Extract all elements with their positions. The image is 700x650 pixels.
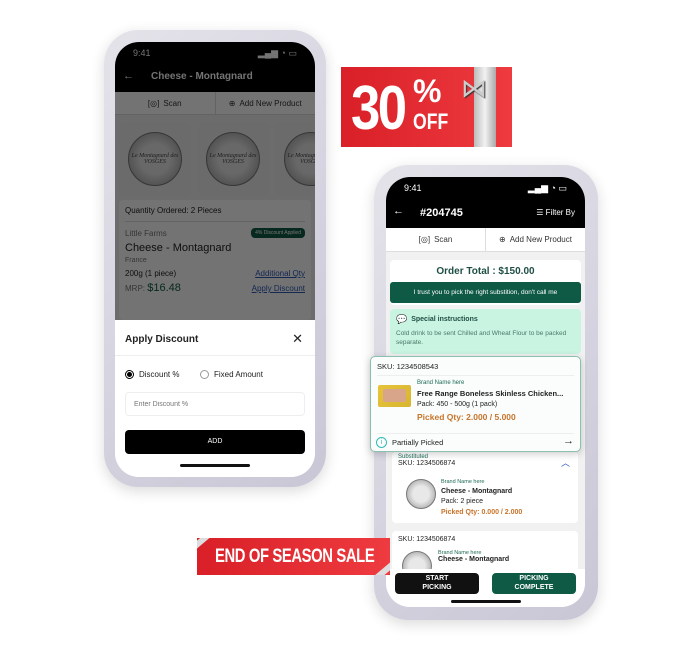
radio-discount-percent[interactable]: Discount % xyxy=(125,370,179,379)
back-arrow-icon[interactable]: ← xyxy=(393,205,404,217)
scan-icon: [◎] xyxy=(418,235,431,244)
substituted-item-card[interactable]: Substituted SKU: 1234506874 ︿ Brand Name… xyxy=(392,452,578,523)
discount-badge: 4% Discount Applied xyxy=(251,228,305,238)
order-total-card: Order Total : $150.00 I trust you to pic… xyxy=(390,260,581,305)
apply-discount-modal: Apply Discount ✕ Discount % Fixed Amount… xyxy=(115,320,315,477)
dimmed-background-content[interactable]: 9:41 ▂▄▆ ◔ ▭ ← Cheese - Montagnard [◎] Sca… xyxy=(115,42,315,322)
discount-number: 30 xyxy=(351,74,407,143)
back-arrow-icon[interactable]: ← xyxy=(123,70,134,82)
order-total: Order Total : $150.00 xyxy=(436,266,535,277)
scan-button[interactable]: [◎] Scan xyxy=(386,228,485,251)
chevron-up-icon[interactable]: ︿ xyxy=(561,456,570,469)
order-id: #204745 xyxy=(420,207,463,219)
brand: Little Farms xyxy=(125,228,167,238)
status-time: 9:41 xyxy=(133,48,151,58)
home-indicator xyxy=(180,464,250,467)
discount-input[interactable] xyxy=(125,392,305,416)
status-icons: ▂▄▆ ◔ ▭ xyxy=(527,183,567,193)
add-product-button[interactable]: ⊕ Add New Product xyxy=(485,228,585,251)
start-picking-button[interactable]: START PICKING xyxy=(395,573,479,594)
bow-icon: ⋈ xyxy=(461,73,487,103)
discount-off: OFF xyxy=(413,109,449,134)
quantity-ordered: Quantity Ordered: 2 Pieces xyxy=(125,206,305,222)
chat-icon: 💬 xyxy=(396,314,408,324)
sale-text: END OF SEASON SALE xyxy=(215,546,375,567)
picking-complete-button[interactable]: PICKING COMPLETE xyxy=(492,573,576,594)
product-detail-card: Quantity Ordered: 2 Pieces Little Farms … xyxy=(119,200,311,320)
apply-discount-link[interactable]: Apply Discount xyxy=(252,284,305,293)
scan-icon: [◎] xyxy=(147,98,160,108)
product-image-2[interactable]: Le Montagnard des VOSGES xyxy=(197,122,269,196)
origin: France xyxy=(125,257,147,264)
radio-fixed-amount[interactable]: Fixed Amount xyxy=(200,370,263,379)
filter-icon: ☰ xyxy=(536,208,544,217)
product-image-1[interactable]: Le Montagnard des VOSGES xyxy=(119,122,191,196)
discount-percent: % xyxy=(413,73,442,109)
page-title: Cheese - Montagnard xyxy=(151,71,253,82)
sale-banner: END OF SEASON SALE xyxy=(197,538,390,575)
product-image-3[interactable]: Le Montagnard des VOSGES xyxy=(275,122,315,196)
scan-button[interactable]: [◎] Scan xyxy=(115,92,215,114)
plus-circle-icon: ⊕ xyxy=(228,98,236,108)
status-time: 9:41 xyxy=(404,183,422,193)
filter-button[interactable]: ☰ Filter By xyxy=(536,208,575,217)
product-name: Cheese - Montagnard xyxy=(125,242,232,254)
home-indicator xyxy=(451,600,521,603)
chicken-image xyxy=(378,385,411,407)
additional-qty-link[interactable]: Additional Qty xyxy=(255,269,305,278)
add-button[interactable]: ADD xyxy=(125,430,305,454)
mrp-value: $16.48 xyxy=(147,282,181,294)
customer-note: I trust you to pick the right substition… xyxy=(390,282,581,303)
weight: 200g (1 piece) xyxy=(125,269,177,278)
info-icon: i xyxy=(376,437,387,448)
modal-title: Apply Discount xyxy=(125,334,199,345)
status-icons: ▂▄▆ ◔ ▭ xyxy=(257,48,297,58)
discount-banner: 30 % OFF ⋈ xyxy=(341,67,512,147)
mrp-label: MRP: xyxy=(125,284,145,293)
next-item-card[interactable]: SKU: 1234506874 Brand Name here Cheese - … xyxy=(392,531,578,581)
popup-item-card[interactable]: SKU: 1234508543 Brand Name here Free Ran… xyxy=(370,356,581,452)
add-product-button[interactable]: ⊕ Add New Product xyxy=(214,92,316,114)
arrow-right-icon[interactable]: → xyxy=(563,435,574,447)
special-instructions: 💬 Special instructions Cold drink to be s… xyxy=(390,309,581,354)
close-icon[interactable]: ✕ xyxy=(292,331,303,347)
left-phone-screen: 9:41 ▂▄▆ ◔ ▭ ← Cheese - Montagnard [◎] Sca… xyxy=(115,42,315,477)
plus-circle-icon: ⊕ xyxy=(499,235,506,244)
cheese-image xyxy=(406,479,436,509)
